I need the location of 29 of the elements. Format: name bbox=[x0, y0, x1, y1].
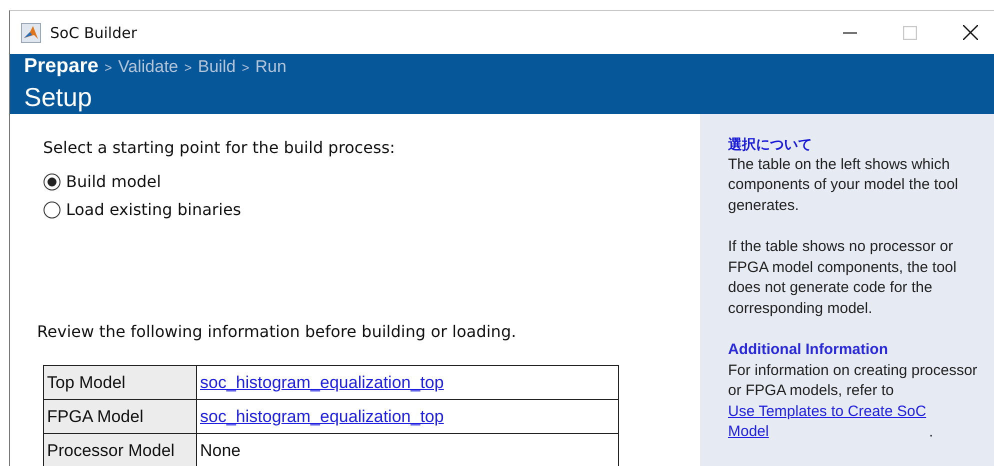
review-text: Review the following information before building or loading. bbox=[37, 322, 518, 341]
help-heading: 選択について bbox=[728, 135, 813, 154]
breadcrumb-step: Run bbox=[255, 57, 286, 77]
help-link[interactable]: Use Templates to Create SoC Model bbox=[728, 402, 929, 443]
table-cell: Processor Model bbox=[44, 434, 196, 466]
breadcrumb-separator: > bbox=[104, 60, 112, 75]
page-title: Setup bbox=[24, 82, 93, 112]
prompt-text: Select a starting point for the build process: bbox=[43, 138, 396, 157]
radio-option[interactable]: Build model bbox=[43, 172, 700, 191]
help-paragraph: For information on creating processor or FPGA models, refer to bbox=[728, 360, 978, 402]
breadcrumb-separator: > bbox=[242, 60, 250, 75]
help-subheading: Additional Information bbox=[728, 340, 889, 360]
breadcrumb-step: Build bbox=[198, 57, 236, 77]
window-title: SoC Builder bbox=[50, 24, 137, 42]
radio-icon[interactable] bbox=[43, 200, 61, 218]
close-icon[interactable] bbox=[963, 25, 978, 40]
breadcrumb-step: Prepare bbox=[24, 55, 98, 78]
help-paragraph: If the table shows no processor or FPGA model components, the tool does not generate code for the corresponding model. bbox=[728, 236, 958, 319]
breadcrumb-step: Validate bbox=[118, 57, 178, 77]
help-paragraph: The table on the left shows which components of your model the tool generates. bbox=[728, 154, 960, 216]
radio-option[interactable]: Load existing binaries bbox=[43, 200, 700, 219]
help-period: . bbox=[929, 423, 934, 440]
breadcrumb-separator: > bbox=[184, 60, 192, 75]
table-cell: FPGA Model bbox=[44, 400, 196, 434]
table-cell: Top Model bbox=[44, 366, 196, 400]
app-logo-icon bbox=[21, 22, 41, 42]
radio-icon[interactable] bbox=[43, 172, 61, 190]
model-link[interactable]: soc_histogram_equalization_top bbox=[200, 372, 444, 392]
model-link[interactable]: soc_histogram_equalization_top bbox=[200, 406, 444, 426]
